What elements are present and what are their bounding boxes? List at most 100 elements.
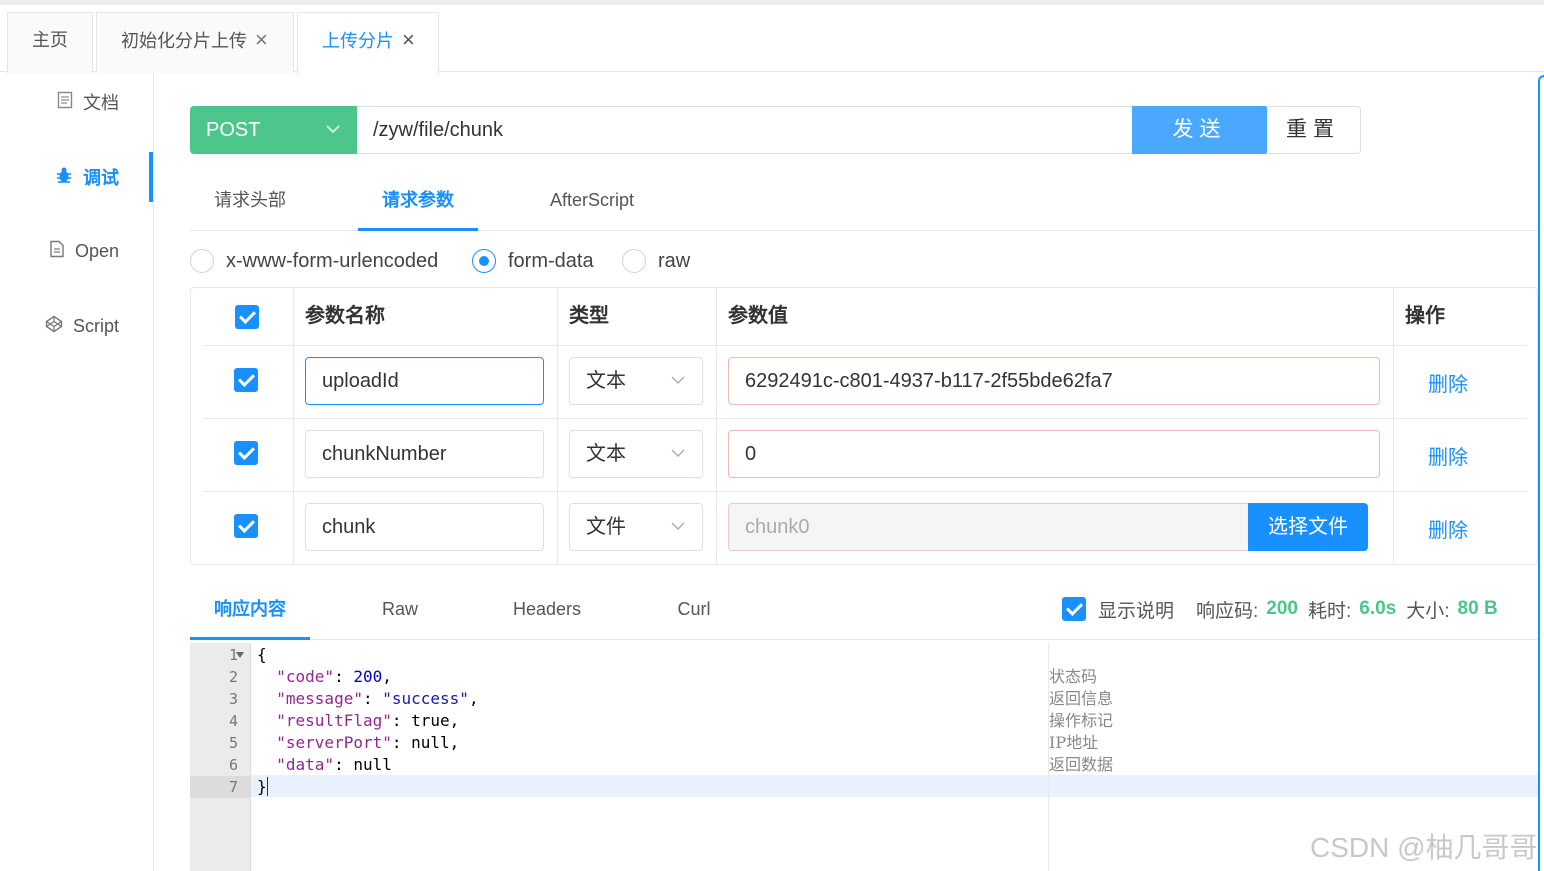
param-type-select[interactable]: 文件 [569,503,703,551]
param-value-input[interactable]: 0 [728,430,1380,478]
sidebar-item-script[interactable]: Script [45,315,119,338]
row-divider [203,418,1527,419]
tab-request-params[interactable]: 请求参数 [358,175,478,231]
tab-label: 主页 [32,30,68,50]
tab-init-upload[interactable]: 初始化分片上传 × [96,12,294,73]
param-name-input[interactable]: chunkNumber [305,430,544,478]
close-icon[interactable]: × [255,27,268,52]
delete-link[interactable]: 删除 [1428,441,1468,470]
radio-form-data[interactable]: form-data [472,249,594,273]
radio-circle [622,249,646,273]
chevron-down-icon [670,358,686,423]
column-header: 参数值 [728,305,788,327]
select-all-checkbox[interactable] [235,305,259,329]
column-header: 类型 [569,305,609,327]
sidebar-item-open[interactable]: Open [49,240,119,263]
column-divider [557,288,558,564]
tab-raw[interactable]: Raw [350,585,450,640]
url-input[interactable]: /zyw/file/chunk [357,106,1133,154]
line-number: 4 [228,712,238,730]
sidebar-item-label: 文档 [83,93,119,113]
sidebar-item-label: Open [74,241,119,261]
row-checkbox[interactable] [234,368,258,392]
chevron-down-icon [670,504,686,569]
fold-arrow-icon[interactable] [236,652,244,658]
line-number: 6 [228,756,238,774]
close-icon[interactable]: × [402,27,415,52]
radio-label: x-www-form-urlencoded [226,249,439,272]
response-size: 80 B [1457,598,1498,619]
tab-upload-chunk[interactable]: 上传分片 × [297,12,439,74]
tab-home[interactable]: 主页 [7,12,93,73]
tab-response-content[interactable]: 响应内容 [190,585,310,640]
request-subtabs: 请求头部 请求参数 AfterScript [190,175,1538,231]
sidebar-item-debug[interactable]: 调试 [55,164,119,190]
column-header: 参数名称 [305,305,385,327]
sidebar-item-label: Script [72,316,119,336]
radio-circle [190,249,214,273]
current-line-highlight [251,775,1538,797]
active-indicator [149,152,153,202]
json-value: 200 [353,667,383,686]
row-checkbox[interactable] [234,441,258,465]
response-info: 显示说明 响应码: 200 耗时: 6.0s 大小: 80 B [1062,596,1508,622]
column-divider [293,288,294,564]
json-key: "code" [276,667,335,686]
param-type-select[interactable]: 文本 [569,430,703,478]
param-name-input[interactable]: chunk [305,503,544,551]
param-type-select[interactable]: 文本 [569,357,703,405]
json-value: null [353,755,392,774]
watermark: CSDN @柚几哥哥 [1310,832,1538,863]
line-number: 5 [228,734,238,752]
status-code: 200 [1266,598,1298,619]
row-checkbox[interactable] [234,514,258,538]
param-type-value: 文本 [586,370,626,392]
response-time: 6.0s [1359,598,1397,619]
column-header: 操作 [1405,305,1445,327]
param-type-value: 文本 [586,443,626,465]
radio-circle [472,249,496,273]
column-divider [1393,288,1394,564]
line-number: 1 [228,646,238,664]
tab-afterscript[interactable]: AfterScript [532,175,652,231]
delete-link[interactable]: 删除 [1428,514,1468,543]
json-value: null [411,733,450,752]
json-value: "success" [382,689,469,708]
send-button[interactable]: 发送 [1132,106,1267,154]
row-divider [203,345,1527,346]
field-comment: 状态码 [1049,667,1098,686]
json-key: "serverPort" [276,733,392,752]
bug-icon [55,166,73,189]
radio-raw[interactable]: raw [622,249,690,273]
delete-link[interactable]: 删除 [1428,368,1468,397]
show-desc-checkbox[interactable] [1062,597,1086,621]
param-type-value: 文件 [586,516,626,538]
tab-label: 上传分片 [322,31,394,51]
field-comment: 操作标记 [1049,711,1114,730]
tab-headers[interactable]: Headers [497,585,597,640]
param-value-input[interactable]: 6292491c-c801-4937-b117-2f55bde62fa7 [728,357,1380,405]
reset-button[interactable]: 重置 [1266,106,1361,154]
code-line: { [257,645,267,664]
sidebar: 文档 调试 Open Script [0,72,154,871]
sidebar-item-docs[interactable]: 文档 [57,89,119,115]
doc-icon [57,91,73,114]
choose-file-button[interactable]: 选择文件 [1248,503,1368,551]
line-number: 7 [190,776,251,798]
show-desc-label: 显示说明 [1098,600,1175,622]
code-line: } [257,776,278,798]
json-key: "resultFlag" [276,711,392,730]
line-number: 2 [228,668,238,686]
status-code-label: 响应码: [1196,600,1259,622]
tab-curl[interactable]: Curl [644,585,744,640]
json-key: "data" [276,755,335,774]
tab-request-headers[interactable]: 请求头部 [190,175,310,231]
method-select[interactable]: POST [190,106,357,154]
param-name-input[interactable]: uploadId [305,357,544,405]
codepen-icon [45,315,63,338]
column-divider [716,288,717,564]
radio-label: form-data [508,249,594,272]
code-line: "code": 200, [276,667,392,686]
radio-urlencoded[interactable]: x-www-form-urlencoded [190,249,438,273]
line-number: 3 [228,690,238,708]
